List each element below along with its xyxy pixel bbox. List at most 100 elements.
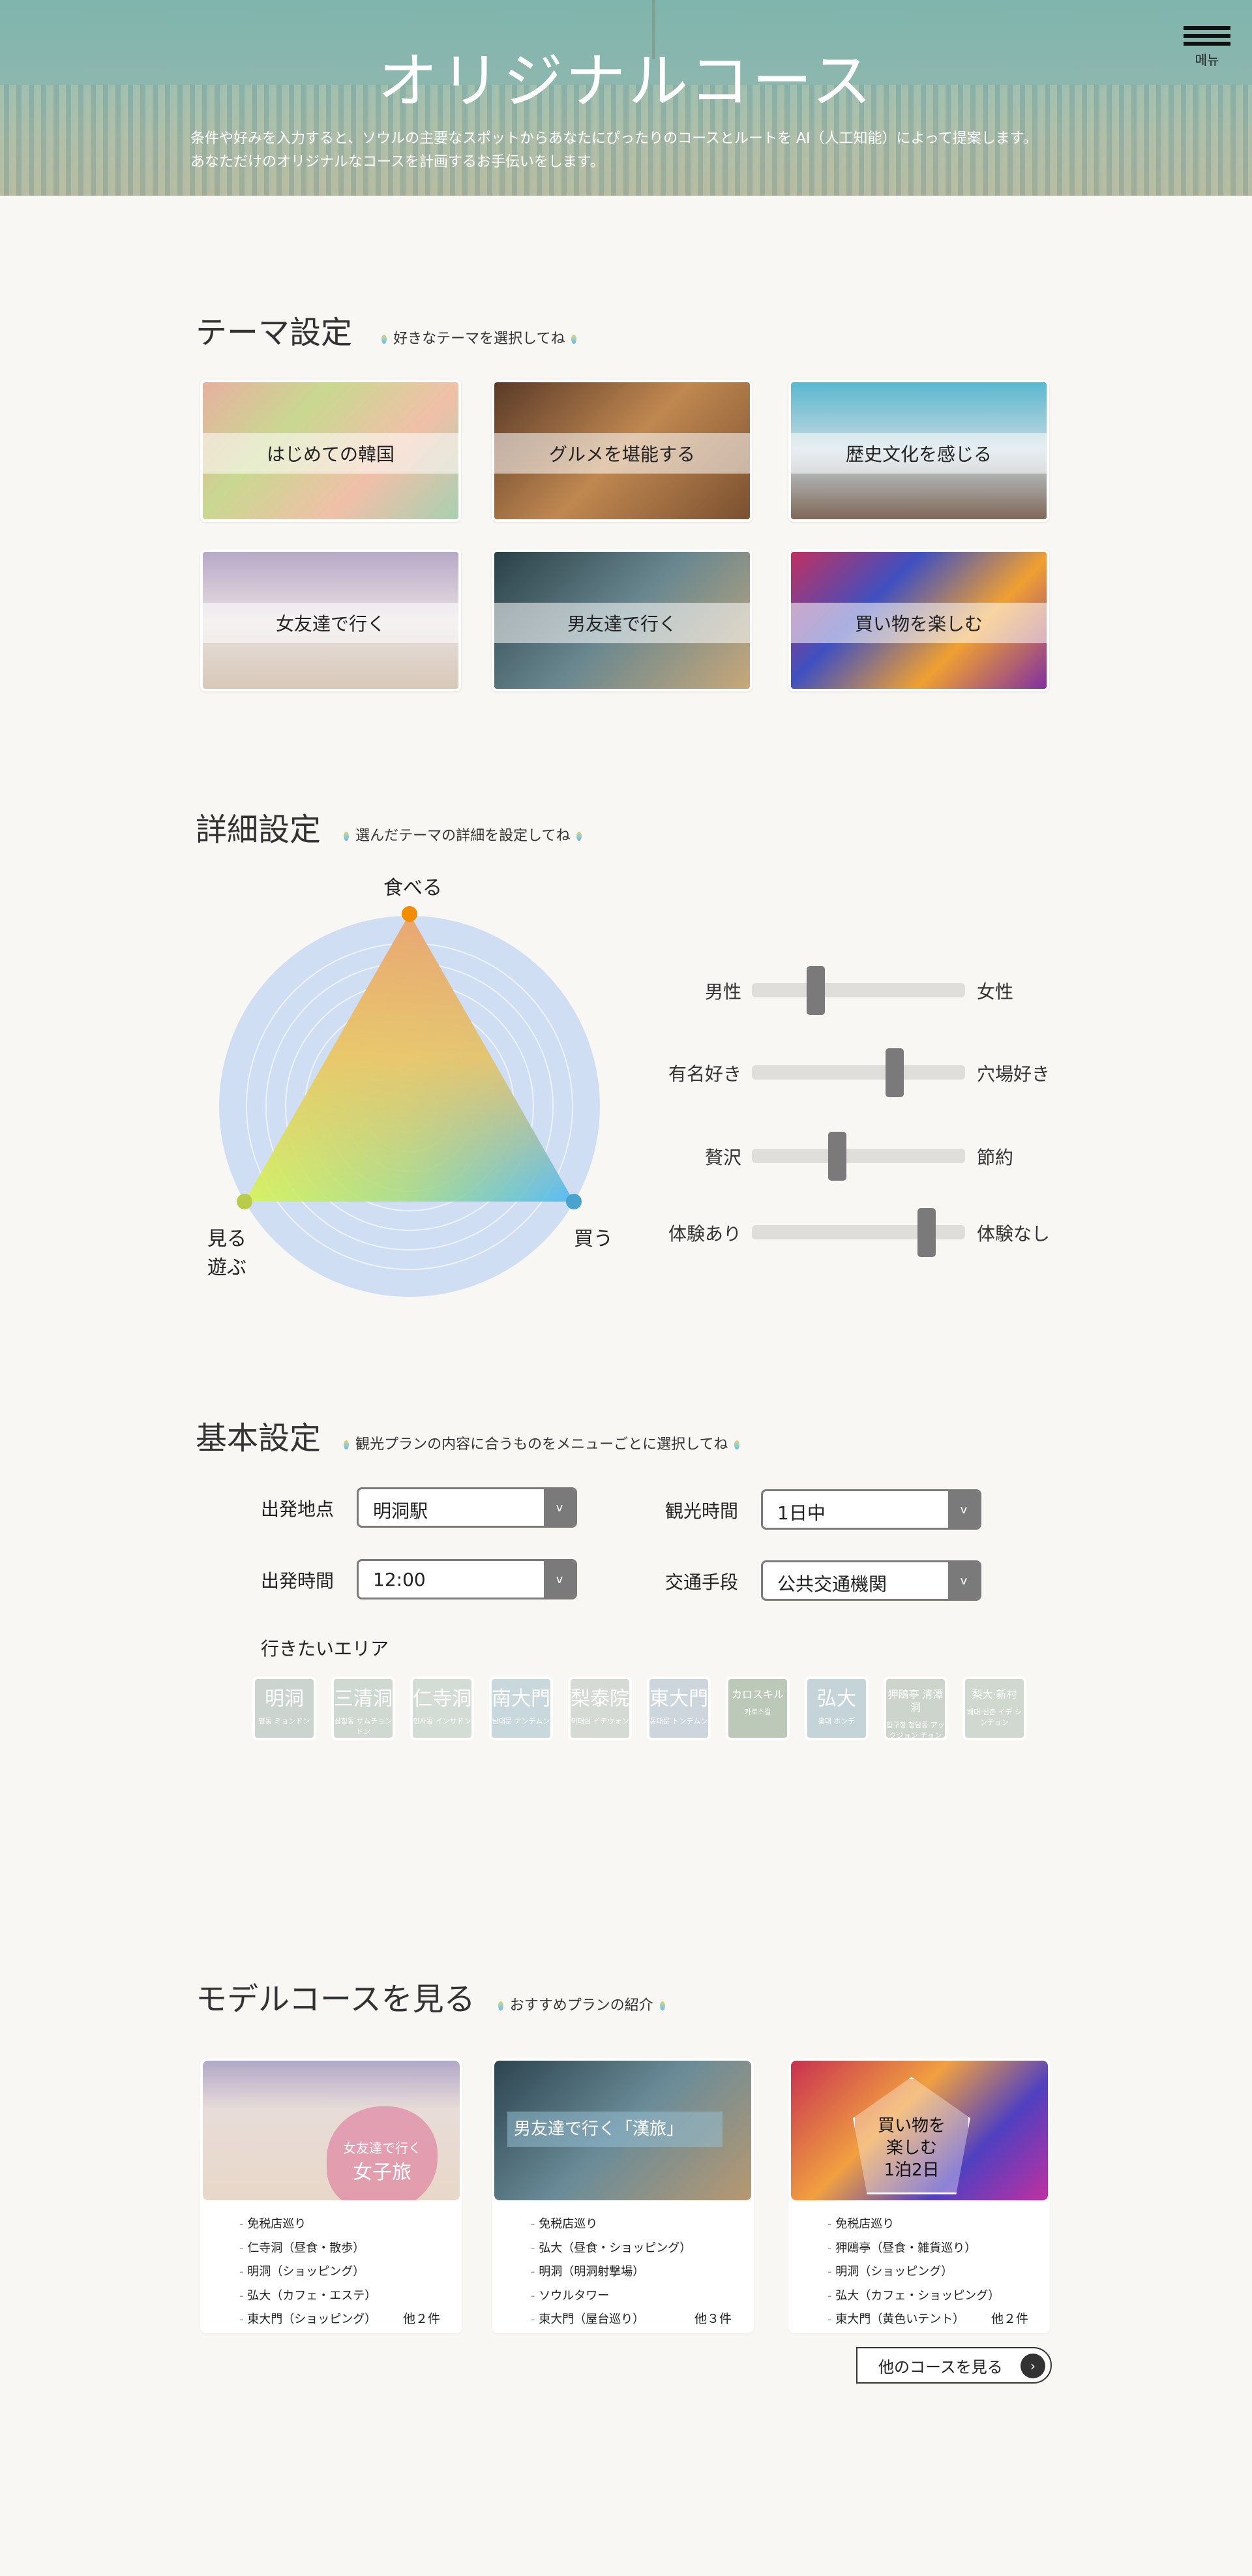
slider-left-label: 体験あり	[668, 1223, 741, 1245]
area-name: 仁寺洞	[413, 1688, 471, 1710]
model-course-card[interactable]: 買い物を楽しむ1泊2日免税店巡り狎鴎亭（昼食・雑貨巡り）明洞（ショッピング）弘大…	[788, 2058, 1051, 2333]
section-subtitle: 好きなテーマを選択してね	[375, 331, 583, 347]
theme-card-label: グルメを堪能する	[494, 433, 750, 474]
course-badge: 買い物を楽しむ 1泊2日	[853, 2077, 970, 2194]
slider-thumb[interactable]	[807, 966, 826, 1015]
area-tile[interactable]: 仁寺洞 인사동 インサドン	[410, 1676, 474, 1740]
preference-slider[interactable]	[752, 966, 965, 1015]
list-item: 明洞（ショッピング）	[239, 2262, 376, 2286]
area-name: 明洞	[265, 1688, 304, 1710]
select-value: 明洞駅	[373, 1500, 428, 1522]
area-korean-name: 삼청동 サムチョンドン	[334, 1717, 393, 1736]
dropdown-select[interactable]: 公共交通機関 v	[761, 1560, 981, 1601]
hamburger-icon	[1184, 26, 1230, 30]
course-spot-list: 免税店巡り弘大（昼食・ショッピング）明洞（明洞射撃場）ソウルタワー東大門（屋台巡…	[531, 2215, 691, 2333]
slider-right-label: 節約	[977, 1147, 1014, 1168]
slider-left-label: 男性	[704, 981, 741, 1003]
area-label: 行きたいエリア	[261, 1638, 389, 1659]
chevron-right-icon: ›	[1021, 2354, 1045, 2378]
hamburger-line	[1184, 42, 1230, 46]
list-item: 免税店巡り	[827, 2215, 1000, 2239]
list-item: 免税店巡り	[239, 2215, 376, 2239]
area-tile[interactable]: 南大門 남대문 ナンデムン	[489, 1676, 553, 1740]
theme-card[interactable]: 女友達で行く	[200, 549, 461, 691]
radar-handle-eat[interactable]	[402, 906, 417, 922]
select-label: 出発時間	[261, 1570, 335, 1592]
area-tile[interactable]: 梨大·新村 배대·신촌 イデ シンチョン	[962, 1676, 1026, 1740]
list-item: 仁寺洞（昼食・散歩）	[239, 2239, 376, 2263]
area-tile[interactable]: カロスキル 카로스길	[726, 1676, 790, 1740]
area-name: カロスキル	[731, 1688, 784, 1701]
course-more-count: 他３件	[694, 2312, 732, 2326]
slider-thumb[interactable]	[827, 1132, 846, 1181]
area-korean-name: 카로스길	[744, 1708, 771, 1716]
course-more-count: 他２件	[991, 2312, 1028, 2326]
area-tile[interactable]: 東大門 동대문 トンデムン	[647, 1676, 711, 1740]
preference-slider[interactable]	[752, 1208, 965, 1257]
dropdown-select[interactable]: 明洞駅 v	[357, 1487, 577, 1528]
more-courses-button[interactable]: 他のコースを見る ›	[856, 2347, 1052, 2384]
list-item: 弘大（カフェ・エステ）	[239, 2286, 376, 2311]
select-label: 出発地点	[261, 1498, 335, 1520]
course-spot-list: 免税店巡り狎鴎亭（昼食・雑貨巡り）明洞（ショッピング）弘大（カフェ・ショッピング…	[827, 2215, 1000, 2333]
theme-heading: テーマ設定 好きなテーマを選択してね	[196, 307, 583, 352]
list-item: 免税店巡り	[531, 2215, 691, 2239]
area-tile[interactable]: 明洞 명동 ミョンドン	[252, 1676, 316, 1740]
preference-slider[interactable]	[752, 1132, 965, 1181]
area-name: 梨大·新村	[972, 1688, 1017, 1701]
area-korean-name: 이태원 イテウォン	[571, 1717, 629, 1725]
preference-slider[interactable]	[752, 1048, 965, 1097]
area-tile[interactable]: 弘大 홍대 ホンデ	[805, 1676, 869, 1740]
menu-button[interactable]: 메뉴	[1184, 26, 1230, 68]
dropdown-select[interactable]: 1日中 v	[761, 1489, 981, 1530]
theme-card-label: 男友達で行く	[494, 603, 750, 643]
theme-card[interactable]: 歴史文化を感じる	[788, 380, 1049, 522]
hero-description: 条件や好みを入力すると、ソウルの主要なスポットからあなたにぴったりのコースとルー…	[190, 130, 1037, 147]
slider-right-label: 穴場好き	[977, 1063, 1051, 1085]
area-korean-name: 배대·신촌 イデ シンチョン	[967, 1708, 1022, 1727]
theme-card-label: 歴史文化を感じる	[791, 433, 1047, 474]
section-subtitle: おすすめプランの紹介	[492, 1997, 672, 2014]
area-tile[interactable]: 三清洞 삼청동 サムチョンドン	[331, 1676, 395, 1740]
more-courses-label: 他のコースを見る	[878, 2357, 1003, 2376]
menu-label: 메뉴	[1195, 52, 1219, 68]
radar-chart[interactable]	[196, 868, 639, 1311]
chevron-down-icon: v	[544, 1561, 575, 1598]
radar-handle-buy[interactable]	[566, 1194, 582, 1209]
slider-right-label: 体験なし	[977, 1223, 1051, 1245]
area-tile[interactable]: 狎鴎亭 清潭洞 압구정·청담동 アックジョン チョンダムドン	[884, 1676, 947, 1740]
area-name: 梨泰院	[571, 1688, 629, 1710]
model-heading: モデルコースを見る おすすめプランの紹介	[196, 1973, 672, 2019]
radar-label-see: 見る	[207, 1228, 246, 1250]
radar-label-eat: 食べる	[383, 877, 442, 900]
area-tile[interactable]: 梨泰院 이태원 イテウォン	[568, 1676, 632, 1740]
list-item: 明洞（明洞射撃場）	[531, 2262, 691, 2286]
theme-card-label: 買い物を楽しむ	[791, 603, 1047, 643]
area-korean-name: 명동 ミョンドン	[258, 1717, 310, 1725]
theme-card[interactable]: 買い物を楽しむ	[788, 549, 1049, 691]
theme-card[interactable]: はじめての韓国	[200, 380, 461, 522]
list-item: 明洞（ショッピング）	[827, 2262, 1000, 2286]
model-course-card[interactable]: 女友達で行く女子旅免税店巡り仁寺洞（昼食・散歩）明洞（ショッピング）弘大（カフェ…	[200, 2058, 462, 2333]
chevron-down-icon: v	[544, 1489, 575, 1526]
dropdown-select[interactable]: 12:00 v	[357, 1559, 577, 1599]
area-name: 弘大	[817, 1688, 856, 1710]
theme-card[interactable]: 男友達で行く	[492, 549, 753, 691]
slider-thumb[interactable]	[917, 1208, 936, 1257]
slider-thumb[interactable]	[886, 1048, 904, 1097]
area-korean-name: 압구정·청담동 アックジョン チョンダムドン	[886, 1721, 945, 1740]
radar-handle-see[interactable]	[237, 1194, 252, 1209]
hamburger-line	[1184, 34, 1230, 38]
section-title: モデルコースを見る	[196, 1981, 475, 2018]
slider-left-label: 贅沢	[704, 1147, 741, 1168]
course-image: 買い物を楽しむ 1泊2日	[791, 2061, 1048, 2200]
hero-banner: オリジナルコース 条件や好みを入力すると、ソウルの主要なスポットからあなたにぴっ…	[0, 0, 1252, 196]
model-course-card[interactable]: 男友達で行く「漢旅」免税店巡り弘大（昼食・ショッピング）明洞（明洞射撃場）ソウル…	[492, 2058, 754, 2333]
chevron-down-icon: v	[948, 1491, 979, 1528]
area-name: 狎鴎亭 清潭洞	[887, 1688, 944, 1714]
section-title: 基本設定	[196, 1420, 321, 1457]
course-more-count: 他２件	[402, 2312, 440, 2326]
radar-label-buy: 買う	[574, 1228, 613, 1250]
theme-card[interactable]: グルメを堪能する	[492, 380, 753, 522]
list-item: 東大門（屋台巡り）	[531, 2310, 691, 2333]
